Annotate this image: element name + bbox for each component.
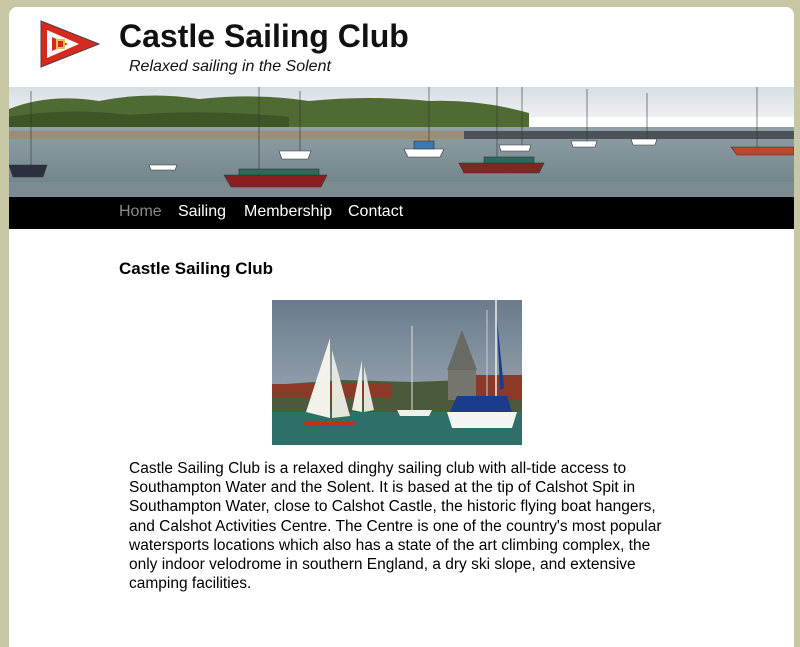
club-description: Castle Sailing Club is a relaxed dinghy … xyxy=(129,460,662,593)
site-title[interactable]: Castle Sailing Club xyxy=(119,17,409,55)
harbour-banner-image xyxy=(9,87,794,197)
main-nav: Home Sailing Membership Contact xyxy=(9,197,794,229)
nav-contact-link[interactable]: Contact xyxy=(348,197,403,229)
nav-home-link[interactable]: Home xyxy=(119,197,162,229)
site-header: Castle Sailing Club Relaxed sailing in t… xyxy=(9,7,794,87)
sailing-boats-photo xyxy=(272,300,522,445)
nav-sailing-link[interactable]: Sailing xyxy=(178,197,226,229)
burgee-flag-icon[interactable] xyxy=(39,19,101,69)
page-heading: Castle Sailing Club xyxy=(119,259,273,278)
nav-membership-link[interactable]: Membership xyxy=(244,197,332,229)
site-tagline: Relaxed sailing in the Solent xyxy=(129,58,331,75)
page-container: Castle Sailing Club Relaxed sailing in t… xyxy=(9,7,794,647)
